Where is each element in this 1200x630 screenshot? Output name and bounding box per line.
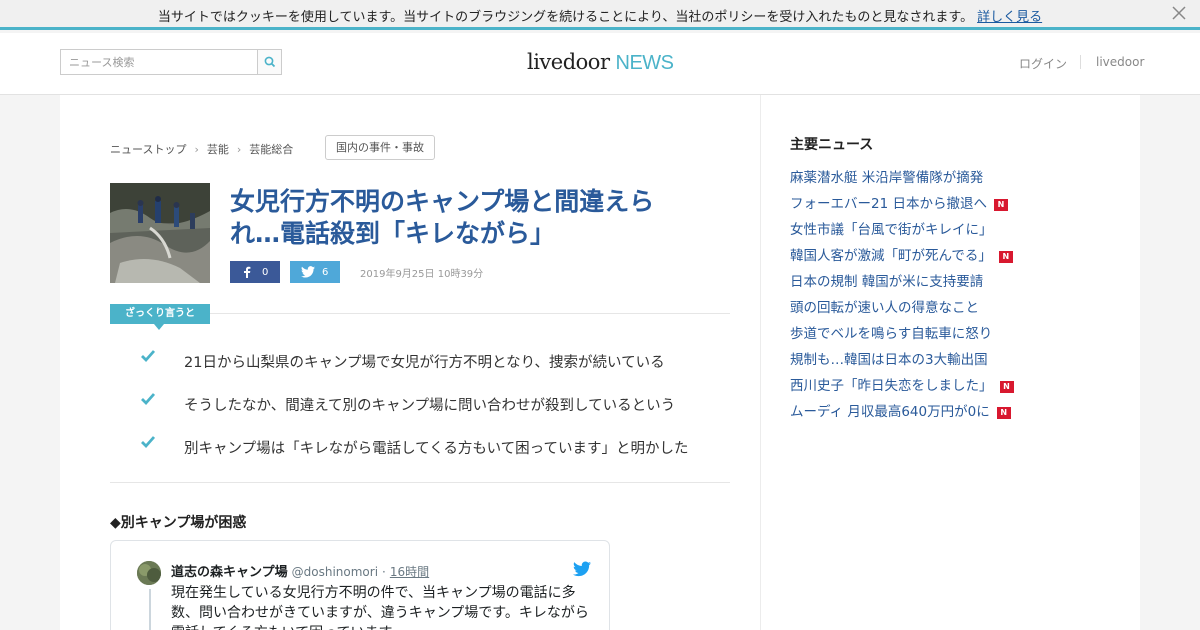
tweet-time[interactable]: 16時間 [390,565,429,579]
checkmark-icon [141,393,156,406]
news-link[interactable]: 規制も…韓国は日本の3大輸出国 [790,352,988,368]
news-item[interactable]: 頭の回転が速い人の得意なこと [790,296,979,316]
facebook-share-button[interactable]: 0 [230,261,280,283]
news-link[interactable]: 韓国人客が激減「町が死んでる」 [790,248,992,264]
twitter-icon [301,266,315,278]
news-item[interactable]: 規制も…韓国は日本の3大輸出国 [790,348,988,368]
new-badge: N [998,251,1013,263]
avatar[interactable] [137,561,161,585]
twitter-share-count: 6 [322,267,329,278]
search-box [60,49,282,75]
summary-divider [210,313,730,314]
summary-item: そうしたなか、間違えて別のキャンプ場に問い合わせが殺到しているという [110,391,730,417]
news-item[interactable]: 韓国人客が激減「町が死んでる」 N [790,244,1013,264]
chevron-right-icon: › [194,143,199,156]
cookie-message: 当サイトではクッキーを使用しています。当サイトのブラウジングを続けることにより、… [0,6,1200,25]
search-icon [264,56,276,68]
cookie-text: 当サイトではクッキーを使用しています。当サイトのブラウジングを続けることにより、… [157,10,974,25]
summary-label: ざっくり言うと [110,304,210,324]
tweet-header: 道志の森キャンプ場 @doshinomori · 16時間 [171,561,429,580]
new-badge: N [993,199,1008,211]
tweet-separator: · [382,565,386,579]
site-logo[interactable]: livedoor NEWS [527,50,674,75]
article-date: 2019年9月25日 10時39分 [360,269,484,280]
news-link[interactable]: 歩道でベルを鳴らす自転車に怒り [790,326,992,342]
article-headline: 女児行方不明のキャンプ場と間違えられ…電話殺到「キレながら」 [230,187,655,248]
close-icon[interactable] [1170,5,1188,23]
column-divider [760,95,761,630]
livedoor-link[interactable]: livedoor [1096,55,1144,69]
search-input[interactable] [61,50,257,74]
category-tag[interactable]: 国内の事件・事故 [325,135,435,160]
facebook-icon [244,266,251,278]
logo-livedoor: livedoor [527,50,610,74]
breadcrumb: ニューストップ › 芸能 › 芸能総合 [110,141,293,157]
article-thumbnail[interactable] [110,183,210,283]
summary-bottom-divider [110,482,730,483]
news-link[interactable]: フォーエバー21 日本から撤退へ [790,196,987,212]
news-item[interactable]: 歩道でベルを鳴らす自転車に怒り [790,322,992,342]
news-item[interactable]: 日本の規制 韓国が米に支持要請 [790,270,983,290]
summary-item: 21日から山梨県のキャンプ場で女児が行方不明となり、捜索が続いている [110,348,730,374]
cookie-banner: 当サイトではクッキーを使用しています。当サイトのブラウジングを続けることにより、… [0,0,1200,30]
twitter-share-button[interactable]: 6 [290,261,340,283]
search-button[interactable] [257,50,281,74]
news-link[interactable]: 頭の回転が速い人の得意なこと [790,300,979,316]
news-item[interactable]: 麻薬潜水艇 米沿岸警備隊が摘発 [790,166,983,186]
tweet-text: 現在発生している女児行方不明の件で、当キャンプ場の電話に多数、問い合わせがきてい… [171,585,589,630]
new-badge: N [996,407,1011,419]
news-link[interactable]: ムーディ 月収最高640万円が0に [790,404,990,420]
cookie-details-link[interactable]: 詳しく見る [977,10,1042,25]
site-header: livedoorNEWS ログイン livedoor [0,33,1200,95]
thread-line [149,589,151,630]
breadcrumb-item-general[interactable]: 芸能総合 [249,141,293,157]
news-item[interactable]: 西川史子「昨日失恋をしました」 N [790,374,1014,394]
summary-text: 21日から山梨県のキャンプ場で女児が行方不明となり、捜索が続いている [184,355,665,371]
checkmark-icon [141,350,156,363]
summary-item: 別キャンプ場は「キレながら電話してくる方もいて困っています」と明かした [110,434,730,460]
header-divider [1080,55,1081,69]
new-badge: N [999,381,1014,393]
breadcrumb-item-top[interactable]: ニューストップ [110,141,186,157]
summary-label-pointer [154,324,164,330]
login-link[interactable]: ログイン [1019,55,1067,72]
tweet-handle[interactable]: @doshinomori [292,565,378,579]
twitter-bird-icon[interactable] [573,561,591,577]
checkmark-icon [141,436,156,449]
news-item[interactable]: 女性市議「台風で街がキレイに」 [790,218,993,238]
summary-text: そうしたなか、間違えて別のキャンプ場に問い合わせが殺到しているという [184,398,676,414]
breadcrumb-item-entertainment[interactable]: 芸能 [207,141,229,157]
chevron-right-icon: › [236,143,242,156]
news-link[interactable]: 女性市議「台風で街がキレイに」 [790,222,993,238]
facebook-share-count: 0 [262,267,269,278]
tweet-author-name[interactable]: 道志の森キャンプ場 [171,565,288,580]
news-item[interactable]: ムーディ 月収最高640万円が0に N [790,400,1011,420]
news-link[interactable]: 日本の規制 韓国が米に支持要請 [790,274,983,290]
logo-news: NEWS [615,52,675,74]
embedded-tweet[interactable]: 道志の森キャンプ場 @doshinomori · 16時間 現在発生している女児行方不… [110,540,610,630]
news-item[interactable]: フォーエバー21 日本から撤退へ N [790,192,1008,212]
sidebar-title: 主要ニュース [790,137,874,153]
news-link[interactable]: 麻薬潜水艇 米沿岸警備隊が摘発 [790,170,983,186]
news-link[interactable]: 西川史子「昨日失恋をしました」 [790,378,993,394]
summary-text: 別キャンプ場は「キレながら電話してくる方もいて困っています」と明かした [184,441,689,457]
section-heading: ◆別キャンプ場が困惑 [110,515,247,531]
